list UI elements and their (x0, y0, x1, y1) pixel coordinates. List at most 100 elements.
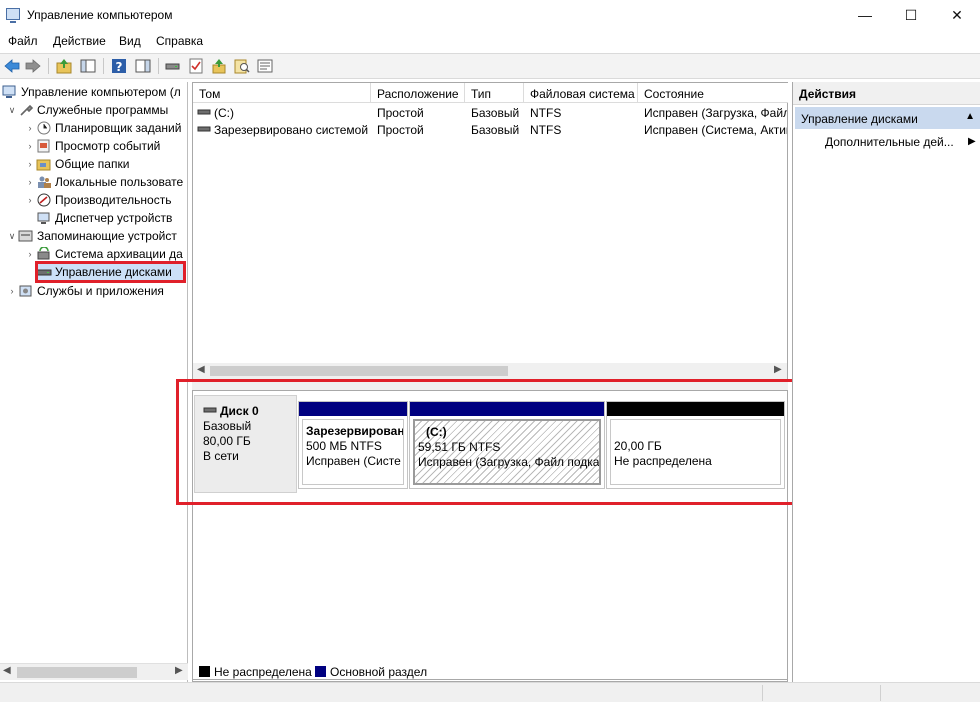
actions-pane: Действия Управление дисками ▲ Дополнител… (792, 82, 980, 682)
device-manager-icon (36, 211, 52, 225)
disk-0-label[interactable]: Диск 0 Базовый 80,00 ГБ В сети (194, 395, 297, 493)
move-up-icon[interactable] (210, 57, 228, 75)
menu-action[interactable]: Действие (53, 34, 106, 48)
disk-drive-icon (203, 404, 217, 419)
actions-section-disk-management[interactable]: Управление дисками ▲ (795, 107, 980, 129)
forward-arrow-icon[interactable] (24, 57, 42, 75)
scroll-left-icon[interactable]: ◀ (197, 364, 205, 375)
legend-swatch-unallocated (199, 666, 210, 677)
partition-bar (299, 402, 407, 416)
maximize-button[interactable]: ☐ (888, 0, 934, 30)
minimize-button[interactable]: — (842, 0, 888, 30)
chevron-right-icon[interactable]: › (24, 159, 36, 169)
column-header-layout[interactable]: Расположение (371, 83, 465, 103)
partition-bar (607, 402, 784, 416)
disk-size: 80,00 ГБ (203, 434, 251, 448)
column-header-status[interactable]: Состояние (638, 83, 788, 103)
scroll-left-icon[interactable]: ◀ (3, 665, 11, 676)
tree-item-storage[interactable]: ∨ Запоминающие устройст (6, 227, 177, 245)
shared-folder-icon (36, 157, 52, 171)
scroll-right-icon[interactable]: ▶ (774, 364, 782, 375)
tree-item-performance[interactable]: › Производительность (24, 191, 172, 209)
partition-c[interactable]: (C:) 59,51 ГБ NTFS Исправен (Загрузка, Ф… (409, 401, 605, 489)
legend-label-unallocated: Не распределена (214, 665, 312, 679)
show-hide-action-pane-icon[interactable] (134, 57, 152, 75)
drive-icon (197, 123, 211, 137)
column-header-type[interactable]: Тип (465, 83, 524, 103)
tree-item-shared-folders[interactable]: › Общие папки (24, 155, 130, 173)
disk-drive-icon (36, 265, 52, 279)
chevron-down-icon[interactable]: ∨ (6, 231, 18, 242)
scrollbar-thumb[interactable] (17, 667, 137, 678)
connect-drive-icon[interactable] (164, 57, 182, 75)
pane-splitter[interactable] (192, 380, 788, 390)
partition-reserved[interactable]: Зарезервирован 500 МБ NTFS Исправен (Сис… (298, 401, 408, 489)
disk-map: Диск 0 Базовый 80,00 ГБ В сети Зарезерви… (192, 390, 788, 682)
chevron-right-icon[interactable]: › (24, 195, 36, 205)
window-title: Управление компьютером (27, 8, 173, 22)
action-more-actions[interactable]: Дополнительные дей... (825, 135, 954, 149)
tree-item-services[interactable]: › Службы и приложения (6, 282, 164, 300)
storage-icon (18, 229, 34, 243)
disk-name: Диск 0 (220, 404, 259, 418)
services-icon (18, 284, 34, 298)
actions-header: Действия (793, 82, 980, 105)
clock-icon (36, 121, 52, 135)
console-tree: Управление компьютером (л ∨ Служебные пр… (0, 82, 188, 682)
tools-icon (18, 103, 34, 117)
users-icon (36, 175, 52, 189)
scroll-right-icon[interactable]: ▶ (175, 665, 183, 676)
chevron-right-icon[interactable]: › (24, 141, 36, 151)
menu-help[interactable]: Справка (156, 34, 203, 48)
drive-icon (197, 106, 211, 120)
submenu-arrow-icon[interactable]: ▶ (968, 136, 976, 147)
volume-list-horizontal-scrollbar[interactable]: ◀ ▶ (193, 363, 787, 379)
menu-file[interactable]: Файл (8, 34, 38, 48)
svg-text:?: ? (116, 60, 123, 74)
legend-swatch-primary (315, 666, 326, 677)
status-bar (0, 682, 980, 702)
help-icon[interactable]: ? (110, 57, 128, 75)
partition-unallocated[interactable]: 20,00 ГБ Не распределена (606, 401, 785, 489)
column-header-volume[interactable]: Том (193, 83, 371, 103)
column-header-filesystem[interactable]: Файловая система (524, 83, 638, 103)
show-hide-tree-icon[interactable] (79, 57, 97, 75)
tree-item-backup[interactable]: › Система архивации да (24, 245, 183, 263)
checklist-icon[interactable] (187, 57, 205, 75)
tree-horizontal-scrollbar[interactable]: ◀ ▶ (0, 663, 188, 680)
legend-label-primary: Основной раздел (330, 665, 428, 679)
tree-item-device-manager[interactable]: Диспетчер устройств (36, 209, 172, 227)
backup-icon (36, 246, 52, 261)
scrollbar-thumb[interactable] (210, 366, 508, 376)
tree-item-root[interactable]: Управление компьютером (л (2, 83, 181, 101)
computer-management-icon (6, 8, 20, 23)
disk-type: Базовый (203, 419, 252, 433)
chevron-right-icon[interactable]: › (24, 123, 36, 133)
table-row[interactable]: Зарезервировано системой Простой Базовый… (193, 121, 787, 138)
legend: Не распределена Основной раздел (192, 662, 788, 680)
search-icon[interactable] (233, 57, 251, 75)
tree-item-local-users[interactable]: › Локальные пользовате (24, 173, 184, 191)
chevron-right-icon[interactable]: › (24, 177, 36, 187)
chevron-down-icon[interactable]: ∨ (6, 105, 18, 116)
tree-item-event-viewer[interactable]: › Просмотр событий (24, 137, 161, 155)
performance-icon (36, 193, 52, 207)
menu-view[interactable]: Вид (119, 34, 141, 48)
toolbar: ? (0, 53, 980, 79)
menu-bar: Файл Действие Вид Справка (0, 31, 980, 52)
disk-status: В сети (203, 449, 239, 463)
tree-item-utilities[interactable]: ∨ Служебные программы (6, 101, 169, 119)
tree-item-disk-management[interactable]: Управление дисками (36, 263, 186, 281)
close-button[interactable]: ✕ (934, 0, 980, 30)
chevron-right-icon[interactable]: › (6, 286, 18, 296)
properties-icon[interactable] (256, 57, 274, 75)
chevron-right-icon[interactable]: › (24, 249, 36, 259)
partition-bar (410, 402, 604, 416)
up-folder-icon[interactable] (55, 57, 73, 75)
table-row[interactable]: (C:) Простой Базовый NTFS Исправен (Загр… (193, 104, 787, 121)
computer-management-icon (2, 85, 18, 99)
collapse-icon[interactable]: ▲ (965, 111, 975, 122)
event-log-icon (36, 139, 52, 153)
tree-item-task-scheduler[interactable]: › Планировщик заданий (24, 119, 182, 137)
back-arrow-icon[interactable] (3, 57, 21, 75)
